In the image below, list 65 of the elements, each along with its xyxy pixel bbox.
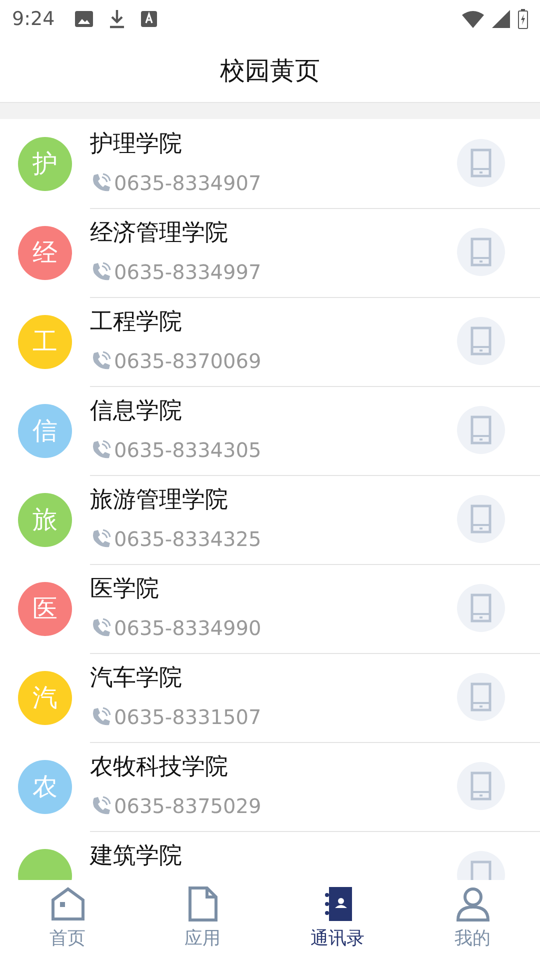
contact-name: 旅游管理学院 (90, 486, 229, 514)
call-button[interactable] (457, 673, 505, 721)
nav-tab[interactable]: 我的 (405, 880, 540, 960)
phone-number: 0635-8334305 (114, 438, 262, 462)
contact-name: 农牧科技学院 (90, 752, 229, 782)
document-icon (186, 886, 218, 922)
phone-icon (90, 172, 112, 194)
call-button[interactable] (457, 317, 505, 365)
contact-name: 护理学院 (90, 130, 183, 158)
battery-icon (518, 9, 528, 29)
home-icon (50, 886, 86, 922)
contact-name: 汽车学院 (90, 664, 183, 692)
phone-icon (90, 260, 112, 282)
call-button[interactable] (457, 762, 505, 810)
phone-number: 0635-8375029 (114, 794, 262, 818)
tablet-icon (470, 504, 492, 534)
phone-icon (90, 528, 112, 550)
phone-number: 0635-8334990 (114, 616, 262, 640)
call-button[interactable] (457, 406, 505, 454)
call-button[interactable] (457, 228, 505, 276)
tablet-icon (470, 682, 492, 712)
page-title: 校园黄页 (220, 54, 320, 86)
avatar: 农 (18, 760, 72, 814)
avatar: 旅 (18, 492, 72, 546)
tablet-icon (470, 148, 492, 178)
signal-icon (492, 10, 510, 28)
status-time: 9:24 (12, 8, 55, 30)
download-icon (108, 9, 125, 29)
phone-icon (90, 616, 112, 638)
phone-icon (90, 350, 112, 372)
call-button[interactable] (457, 495, 505, 543)
tablet-icon (470, 326, 492, 356)
avatar: 经 (18, 226, 72, 280)
contact-name: 经济管理学院 (90, 218, 229, 248)
phone-icon (90, 794, 112, 816)
tablet-icon (470, 237, 492, 267)
nav-tab[interactable]: 通讯录 (270, 880, 405, 960)
address-book-icon (322, 886, 352, 922)
phone-number: 0635-8334997 (114, 260, 262, 284)
tablet-icon (470, 593, 492, 623)
user-icon (454, 886, 490, 922)
image-icon (74, 11, 93, 27)
avatar: 信 (18, 404, 72, 458)
phone-icon (90, 438, 112, 460)
contact-name: 建筑学院 (90, 842, 183, 870)
nav-tab[interactable]: 首页 (0, 880, 135, 960)
call-button[interactable] (457, 139, 505, 187)
avatar: 医 (18, 582, 72, 636)
phone-number: 0635-8334907 (114, 170, 262, 194)
tablet-icon (470, 415, 492, 445)
call-button[interactable] (457, 584, 505, 632)
phone-icon (90, 706, 112, 728)
font-icon (140, 11, 157, 27)
avatar: 汽 (18, 670, 72, 724)
phone-number: 0635-8331507 (114, 704, 262, 728)
wifi-icon (462, 10, 484, 28)
contact-name: 医学院 (90, 574, 160, 604)
contact-name: 工程学院 (90, 308, 183, 336)
avatar: 护 (18, 136, 72, 190)
avatar: 工 (18, 314, 72, 368)
phone-number: 0635-8370069 (114, 348, 262, 372)
nav-tab[interactable]: 应用 (135, 880, 270, 960)
phone-number: 0635-8334325 (114, 526, 262, 550)
tablet-icon (470, 771, 492, 801)
contact-name: 信息学院 (90, 396, 183, 426)
